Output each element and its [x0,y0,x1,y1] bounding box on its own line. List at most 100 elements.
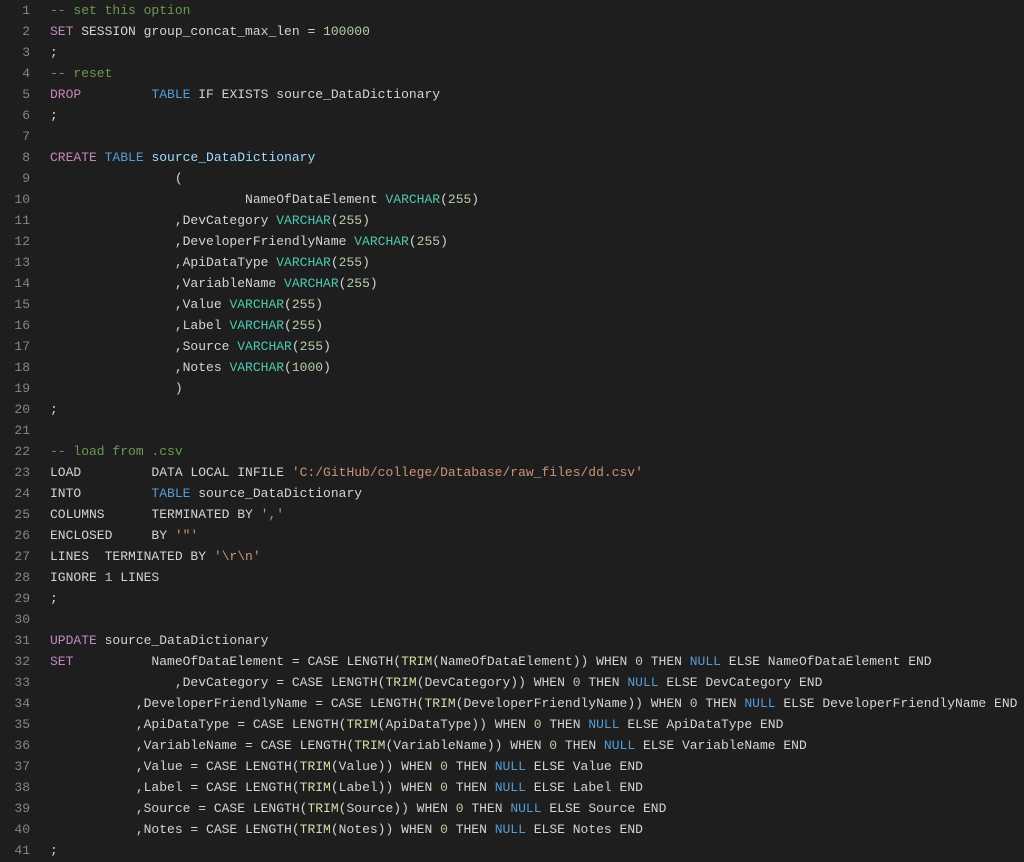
token-kw2: TABLE [151,486,190,501]
token-op: ( [331,255,339,270]
line-number: 15 [0,294,30,315]
token-op: (NameOfDataElement)) WHEN [432,654,635,669]
code-line[interactable]: IGNORE 1 LINES [50,567,1024,588]
line-number-gutter: 1234567891011121314151617181920212223242… [0,0,44,862]
code-line[interactable]: ,ApiDataType VARCHAR(255) [50,252,1024,273]
code-line[interactable] [50,609,1024,630]
token-func: TRIM [300,780,331,795]
code-line[interactable]: ,Value VARCHAR(255) [50,294,1024,315]
code-line[interactable]: ,DeveloperFriendlyName VARCHAR(255) [50,231,1024,252]
token-op: ) [315,318,323,333]
code-line[interactable]: ; [50,399,1024,420]
token-op: NameOfDataElement [50,192,385,207]
token-type: VARCHAR [284,276,339,291]
code-line[interactable]: COLUMNS TERMINATED BY ',' [50,504,1024,525]
token-op: THEN [448,759,495,774]
token-comment: -- set this option [50,3,190,18]
code-line[interactable]: ,DevCategory VARCHAR(255) [50,210,1024,231]
token-op: IF EXISTS source_DataDictionary [190,87,440,102]
token-op: LINES TERMINATED BY [50,549,214,564]
token-type: VARCHAR [276,213,331,228]
token-op: ,DevCategory [50,213,276,228]
code-line[interactable]: ,Notes VARCHAR(1000) [50,357,1024,378]
token-op: ,VariableName [50,276,284,291]
code-line[interactable]: ,Value = CASE LENGTH(TRIM(Value)) WHEN 0… [50,756,1024,777]
line-number: 32 [0,651,30,672]
code-line[interactable]: ,Notes = CASE LENGTH(TRIM(Notes)) WHEN 0… [50,819,1024,840]
code-line[interactable]: LINES TERMINATED BY '\r\n' [50,546,1024,567]
code-line[interactable]: ,Source VARCHAR(255) [50,336,1024,357]
code-editor[interactable]: 1234567891011121314151617181920212223242… [0,0,1024,862]
code-line[interactable]: SET SESSION group_concat_max_len = 10000… [50,21,1024,42]
code-line[interactable]: ) [50,378,1024,399]
token-op: ,Source = CASE LENGTH( [50,801,307,816]
line-number: 27 [0,546,30,567]
code-line[interactable]: ,Source = CASE LENGTH(TRIM(Source)) WHEN… [50,798,1024,819]
code-line[interactable]: ,VariableName = CASE LENGTH(TRIM(Variabl… [50,735,1024,756]
token-op: ; [50,45,58,60]
line-number: 9 [0,168,30,189]
token-op: (Source)) WHEN [339,801,456,816]
token-null: NULL [604,738,635,753]
token-op: source_DataDictionary [97,633,269,648]
token-op [97,150,105,165]
code-line[interactable]: LOAD DATA LOCAL INFILE 'C:/GitHub/colleg… [50,462,1024,483]
token-op: ) [50,381,183,396]
token-op: ) [440,234,448,249]
token-null: NULL [495,822,526,837]
line-number: 16 [0,315,30,336]
code-line[interactable]: ( [50,168,1024,189]
code-line[interactable]: CREATE TABLE source_DataDictionary [50,147,1024,168]
code-line[interactable]: SET NameOfDataElement = CASE LENGTH(TRIM… [50,651,1024,672]
token-op: ,Label = CASE LENGTH( [50,780,300,795]
code-line[interactable]: INTO TABLE source_DataDictionary [50,483,1024,504]
token-str: 'C:/GitHub/college/Database/raw_files/dd… [292,465,643,480]
token-kw: DROP [50,87,81,102]
token-func: TRIM [424,696,455,711]
token-op: ,Source [50,339,237,354]
code-line[interactable]: ,DevCategory = CASE LENGTH(TRIM(DevCateg… [50,672,1024,693]
token-num: 1000 [292,360,323,375]
token-ident: source_DataDictionary [151,150,315,165]
token-func: TRIM [300,759,331,774]
line-number: 17 [0,336,30,357]
token-num: 255 [417,234,440,249]
token-op: ,Value = CASE LENGTH( [50,759,300,774]
token-func: TRIM [300,822,331,837]
line-number: 39 [0,798,30,819]
code-line[interactable]: ; [50,588,1024,609]
line-number: 13 [0,252,30,273]
token-str: '\r\n' [214,549,261,564]
token-op: THEN [557,738,604,753]
code-line[interactable]: -- load from .csv [50,441,1024,462]
token-op: ) [362,255,370,270]
token-op: ( [331,213,339,228]
line-number: 36 [0,735,30,756]
token-op: (DeveloperFriendlyName)) WHEN [456,696,690,711]
code-line[interactable]: NameOfDataElement VARCHAR(255) [50,189,1024,210]
code-line[interactable]: -- reset [50,63,1024,84]
code-line[interactable] [50,420,1024,441]
code-line[interactable]: ,Label = CASE LENGTH(TRIM(Label)) WHEN 0… [50,777,1024,798]
code-line[interactable]: ,ApiDataType = CASE LENGTH(TRIM(ApiDataT… [50,714,1024,735]
token-op: ELSE Label END [526,780,643,795]
code-line[interactable]: ; [50,105,1024,126]
code-line[interactable] [50,126,1024,147]
code-line[interactable]: -- set this option [50,0,1024,21]
code-area[interactable]: -- set this option SET SESSION group_conc… [44,0,1024,862]
token-type: VARCHAR [229,360,284,375]
code-line[interactable]: ,VariableName VARCHAR(255) [50,273,1024,294]
code-line[interactable]: ; [50,42,1024,63]
code-line[interactable]: ,Label VARCHAR(255) [50,315,1024,336]
token-func: TRIM [385,675,416,690]
token-op: NameOfDataElement = CASE LENGTH( [73,654,401,669]
code-line[interactable]: ,DeveloperFriendlyName = CASE LENGTH(TRI… [50,693,1024,714]
code-line[interactable]: ENCLOSED BY '"' [50,525,1024,546]
token-num: 0 [549,738,557,753]
token-op: ,DeveloperFriendlyName [50,234,354,249]
code-line[interactable]: UPDATE source_DataDictionary [50,630,1024,651]
token-op: ENCLOSED BY [50,528,175,543]
token-num: 255 [339,255,362,270]
code-line[interactable]: DROP TABLE IF EXISTS source_DataDictiona… [50,84,1024,105]
code-line[interactable]: ; [50,840,1024,861]
